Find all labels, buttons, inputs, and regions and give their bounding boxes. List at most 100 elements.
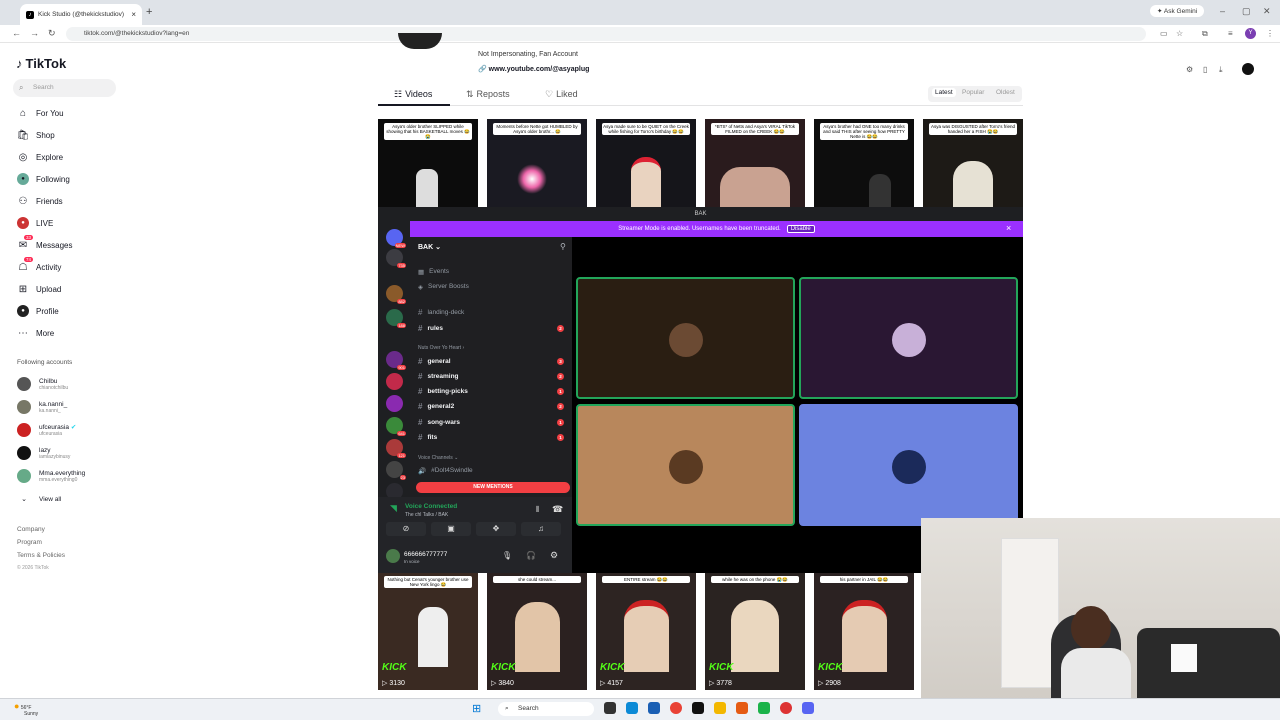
nav-for-you[interactable]: ⌂ For You [17, 106, 64, 120]
cast-icon[interactable]: ▭ [1160, 29, 1168, 38]
screen-share-button[interactable]: ▣ [431, 522, 471, 536]
footer-program[interactable]: Program [17, 539, 42, 546]
video-thumbnail[interactable]: while he was on the phone 😭😂 KICK ▷ 3778 [705, 572, 805, 690]
avatar[interactable] [386, 549, 400, 563]
minimize-icon[interactable]: – [1220, 6, 1225, 16]
tab-reposts[interactable]: ⇅ Reposts [466, 89, 510, 100]
sort-popular[interactable]: Popular [962, 89, 984, 96]
video-thumbnail[interactable]: Asya's brother had ONE too many drinks a… [814, 119, 914, 207]
server-icon[interactable]: 901 [386, 351, 406, 370]
disable-streamer-mode-button[interactable]: Disable [786, 225, 815, 233]
nav-messages[interactable]: ✉ 33 Messages [17, 235, 72, 252]
back-icon[interactable]: ← [12, 28, 21, 38]
nav-following[interactable]: ● Following [17, 172, 70, 186]
task-view-icon[interactable] [604, 702, 616, 714]
voice-category-header[interactable]: Voice Channels ⌄ [418, 455, 458, 461]
reload-icon[interactable]: ↻ [48, 28, 56, 39]
new-tab-icon[interactable]: + [146, 6, 152, 18]
new-mentions-pill[interactable]: NEW MENTIONS [416, 482, 570, 493]
playlist-icon[interactable]: ≡ [1228, 29, 1233, 38]
discord-icon[interactable] [802, 702, 814, 714]
bio-link[interactable]: 🔗 www.youtube.com/@asyaplug [478, 65, 589, 73]
windows-start-icon[interactable]: ⊞ [472, 702, 481, 715]
weather-widget[interactable]: ● 56°F Sunny [14, 701, 38, 717]
download-icon[interactable]: ⤓ [1219, 65, 1223, 75]
video-thumbnail[interactable]: Asya made sure to be QUIET on the Creek … [596, 119, 696, 207]
maximize-icon[interactable]: ▢ [1242, 6, 1251, 17]
account-item[interactable]: ufceurasia ✔ ufceurasia [17, 423, 76, 437]
footer-terms[interactable]: Terms & Policies [17, 552, 65, 559]
server-icon[interactable]: NEW [386, 229, 406, 248]
channel-server-boosts[interactable]: ◈ Server Boosts [418, 281, 568, 292]
nav-shop[interactable]: 🛍 Shop [17, 128, 55, 142]
ask-gemini-button[interactable]: ✦ Ask Gemini [1150, 5, 1205, 17]
server-icon[interactable]: 188 [386, 309, 406, 328]
channel-streaming[interactable]: # streaming 2 [418, 371, 568, 382]
server-icon[interactable]: 121 [386, 439, 406, 458]
video-thumbnail[interactable]: his partner in JAIL 😂😂 KICK ▷ 2908 [814, 572, 914, 690]
camera-button[interactable]: ⊘ [386, 522, 426, 536]
account-item[interactable]: Chilbu chianotchilbu [17, 377, 68, 391]
account-item[interactable]: ka.nanni_ ka.nanni_ [17, 400, 67, 414]
channel-song-wars[interactable]: # song-wars 1 [418, 417, 568, 428]
url-field[interactable]: tiktok.com/@thekickstudiov?lang=en [66, 27, 1146, 41]
file-explorer-icon[interactable] [714, 702, 726, 714]
tab-liked[interactable]: ♡ Liked [545, 89, 578, 100]
store-icon[interactable] [648, 702, 660, 714]
forward-icon[interactable]: → [30, 28, 39, 38]
video-thumbnail[interactable]: Asya's older brother SLIPPED while showi… [378, 119, 478, 207]
menu-kebab-icon[interactable]: ⋮ [1266, 29, 1274, 38]
video-thumbnail[interactable]: ENTIRE stream 😂😂 KICK ▷ 4157 [596, 572, 696, 690]
search-input[interactable]: ⌕ Search [13, 79, 116, 97]
channel-general2[interactable]: # general2 2 [418, 401, 568, 412]
nav-friends[interactable]: ⚇ Friends [17, 194, 63, 208]
extensions-icon[interactable]: ⧉ [1202, 29, 1208, 39]
soundboard-button[interactable]: ♫ [521, 522, 561, 536]
nav-explore[interactable]: ◎ Explore [17, 150, 64, 164]
channel-rules[interactable]: # rules 2 [418, 323, 568, 334]
channel-betting-picks[interactable]: # betting-picks 1 [418, 386, 568, 397]
channel-events[interactable]: ▦ Events [418, 266, 568, 277]
nav-profile[interactable]: ● Profile [17, 304, 59, 318]
account-item[interactable]: Mma.everything mma.everything0 [17, 469, 85, 483]
settings-icon[interactable]: ⚙ [1186, 65, 1193, 74]
server-name[interactable]: BAK ⌄ [418, 243, 441, 251]
mic-icon[interactable]: 🎙 [502, 551, 512, 560]
close-window-icon[interactable]: ✕ [1263, 6, 1271, 17]
category-header[interactable]: Nuts Over Yo Heart › [418, 345, 464, 351]
channel-landing-deck[interactable]: # landing-deck [418, 307, 568, 318]
headphones-icon[interactable]: 🎧 [526, 551, 536, 560]
sort-latest[interactable]: Latest [932, 88, 956, 97]
user-avatar[interactable] [1242, 63, 1254, 75]
add-member-icon[interactable]: ⚲ [560, 242, 566, 251]
settings-icon[interactable]: ⚙ [550, 550, 558, 561]
video-thumbnail[interactable]: Asya was DISGUSTED after Torro's friend … [923, 119, 1023, 207]
device-icon[interactable]: ▯ [1203, 65, 1207, 74]
video-thumbnail[interactable]: *BTS* of Netts and Asya's VIRAL TikTok F… [705, 119, 805, 207]
close-banner-icon[interactable]: × [1006, 223, 1011, 233]
chrome-icon[interactable] [670, 702, 682, 714]
video-thumbnail[interactable]: she could stream... KICK ▷ 3840 [487, 572, 587, 690]
nav-live[interactable]: ● LIVE [17, 216, 53, 230]
video-tile[interactable] [799, 404, 1018, 526]
app-icon[interactable] [736, 702, 748, 714]
channel-general[interactable]: # general 3 [418, 356, 568, 367]
account-item[interactable]: lazy iamlazybinusy [17, 446, 70, 460]
taskbar-search[interactable]: ⌕ Search [498, 702, 594, 716]
app-icon[interactable] [758, 702, 770, 714]
bookmark-star-icon[interactable]: ☆ [1176, 29, 1183, 38]
server-icon[interactable] [386, 395, 403, 412]
tab-videos[interactable]: ☷ Videos [394, 89, 432, 100]
edge-icon[interactable] [626, 702, 638, 714]
video-tile[interactable] [576, 277, 795, 399]
server-icon[interactable]: 882 [386, 285, 406, 304]
server-icon[interactable]: 23 [386, 461, 406, 480]
browser-icon[interactable] [780, 702, 792, 714]
server-icon[interactable]: 735 [386, 249, 406, 268]
activities-button[interactable]: ✥ [476, 522, 516, 536]
disconnect-icon[interactable]: ☎ [552, 504, 563, 515]
video-tile[interactable] [799, 277, 1018, 399]
video-tile[interactable] [576, 404, 795, 526]
browser-profile-avatar[interactable]: Y [1245, 28, 1256, 39]
nav-more[interactable]: ⋯ More [17, 326, 54, 340]
